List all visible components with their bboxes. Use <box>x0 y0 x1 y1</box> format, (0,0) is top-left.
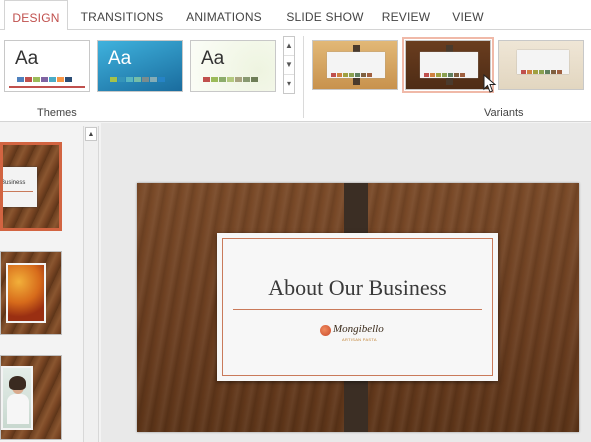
ribbon-group-separator <box>303 36 304 118</box>
title-panel: About Our Business Mongibello ARTISAN PA… <box>217 233 498 381</box>
slide-thumbnail[interactable] <box>0 355 62 440</box>
theme-color-swatches <box>17 77 72 82</box>
tab-view[interactable]: VIEW <box>446 0 490 31</box>
themes-gallery-scroll: ▲ ▼ ▾ <box>283 36 295 94</box>
thumbnails-scrollbar[interactable]: ▲ <box>83 126 99 442</box>
variant-light-wood[interactable] <box>312 40 398 90</box>
title-panel-border <box>222 238 493 376</box>
tab-review[interactable]: REVIEW <box>378 0 434 31</box>
thumbnail-image <box>6 263 46 323</box>
theme-sample-text: Aa <box>201 48 225 69</box>
powerpoint-window: DESIGN TRANSITIONS ANIMATIONS SLIDE SHOW… <box>0 0 591 442</box>
theme-color-swatches <box>110 77 165 82</box>
variant-strap <box>353 78 360 85</box>
logo-name: Mongibello <box>333 323 384 335</box>
slide-title[interactable]: About Our Business <box>217 275 498 301</box>
variant-strap <box>446 78 453 85</box>
variant-strap <box>353 45 360 52</box>
mouse-pointer-icon <box>483 74 497 93</box>
thumbnail-card: Business <box>1 167 37 207</box>
variant-swatches <box>424 73 465 77</box>
theme-sample-text: Aa <box>15 48 39 69</box>
variant-white-wood[interactable] <box>498 40 584 90</box>
tomato-icon <box>320 325 331 336</box>
thumbnail-title: Business <box>1 180 26 186</box>
scroll-up-arrow-icon[interactable]: ▲ <box>85 127 97 141</box>
thumbnail-person-hair <box>9 376 26 390</box>
current-slide[interactable]: About Our Business Mongibello ARTISAN PA… <box>137 183 579 432</box>
tab-design[interactable]: DESIGN <box>4 0 68 31</box>
tab-transitions[interactable]: TRANSITIONS <box>76 0 168 31</box>
thumbnail-person-body <box>7 394 29 424</box>
thumbnail-rule <box>3 191 33 192</box>
thumbnail-image <box>1 366 33 430</box>
slide-thumbnail[interactable] <box>0 251 62 335</box>
variant-swatches <box>521 70 562 74</box>
variant-swatches <box>331 73 372 77</box>
ribbon-design: Aa Aa Aa ▲ ▼ ▾ Themes Variants <box>0 30 591 122</box>
theme-blue[interactable]: Aa <box>97 40 183 92</box>
theme-sample-text: Aa <box>108 48 132 69</box>
variant-dark-wood[interactable] <box>402 37 494 93</box>
variants-group-label: Variants <box>484 107 524 119</box>
slide-thumbnail[interactable]: Business <box>0 142 62 231</box>
theme-green[interactable]: Aa <box>190 40 276 92</box>
theme-underline <box>9 86 85 88</box>
logo-subtitle: ARTISAN PASTA <box>342 337 377 342</box>
more-icon[interactable]: ▾ <box>284 75 294 94</box>
down-arrow-icon[interactable]: ▼ <box>284 56 294 75</box>
company-logo[interactable]: Mongibello ARTISAN PASTA <box>320 323 390 345</box>
tab-animations[interactable]: ANIMATIONS <box>178 0 270 31</box>
tab-slide-show[interactable]: SLIDE SHOW <box>280 0 370 31</box>
theme-office[interactable]: Aa <box>4 40 90 92</box>
themes-group-label: Themes <box>37 107 77 119</box>
ribbon-tab-bar: DESIGN TRANSITIONS ANIMATIONS SLIDE SHOW… <box>0 0 591 31</box>
up-arrow-icon[interactable]: ▲ <box>284 37 294 56</box>
theme-color-swatches <box>203 77 258 82</box>
title-rule <box>233 309 482 310</box>
variant-strap <box>446 45 453 52</box>
